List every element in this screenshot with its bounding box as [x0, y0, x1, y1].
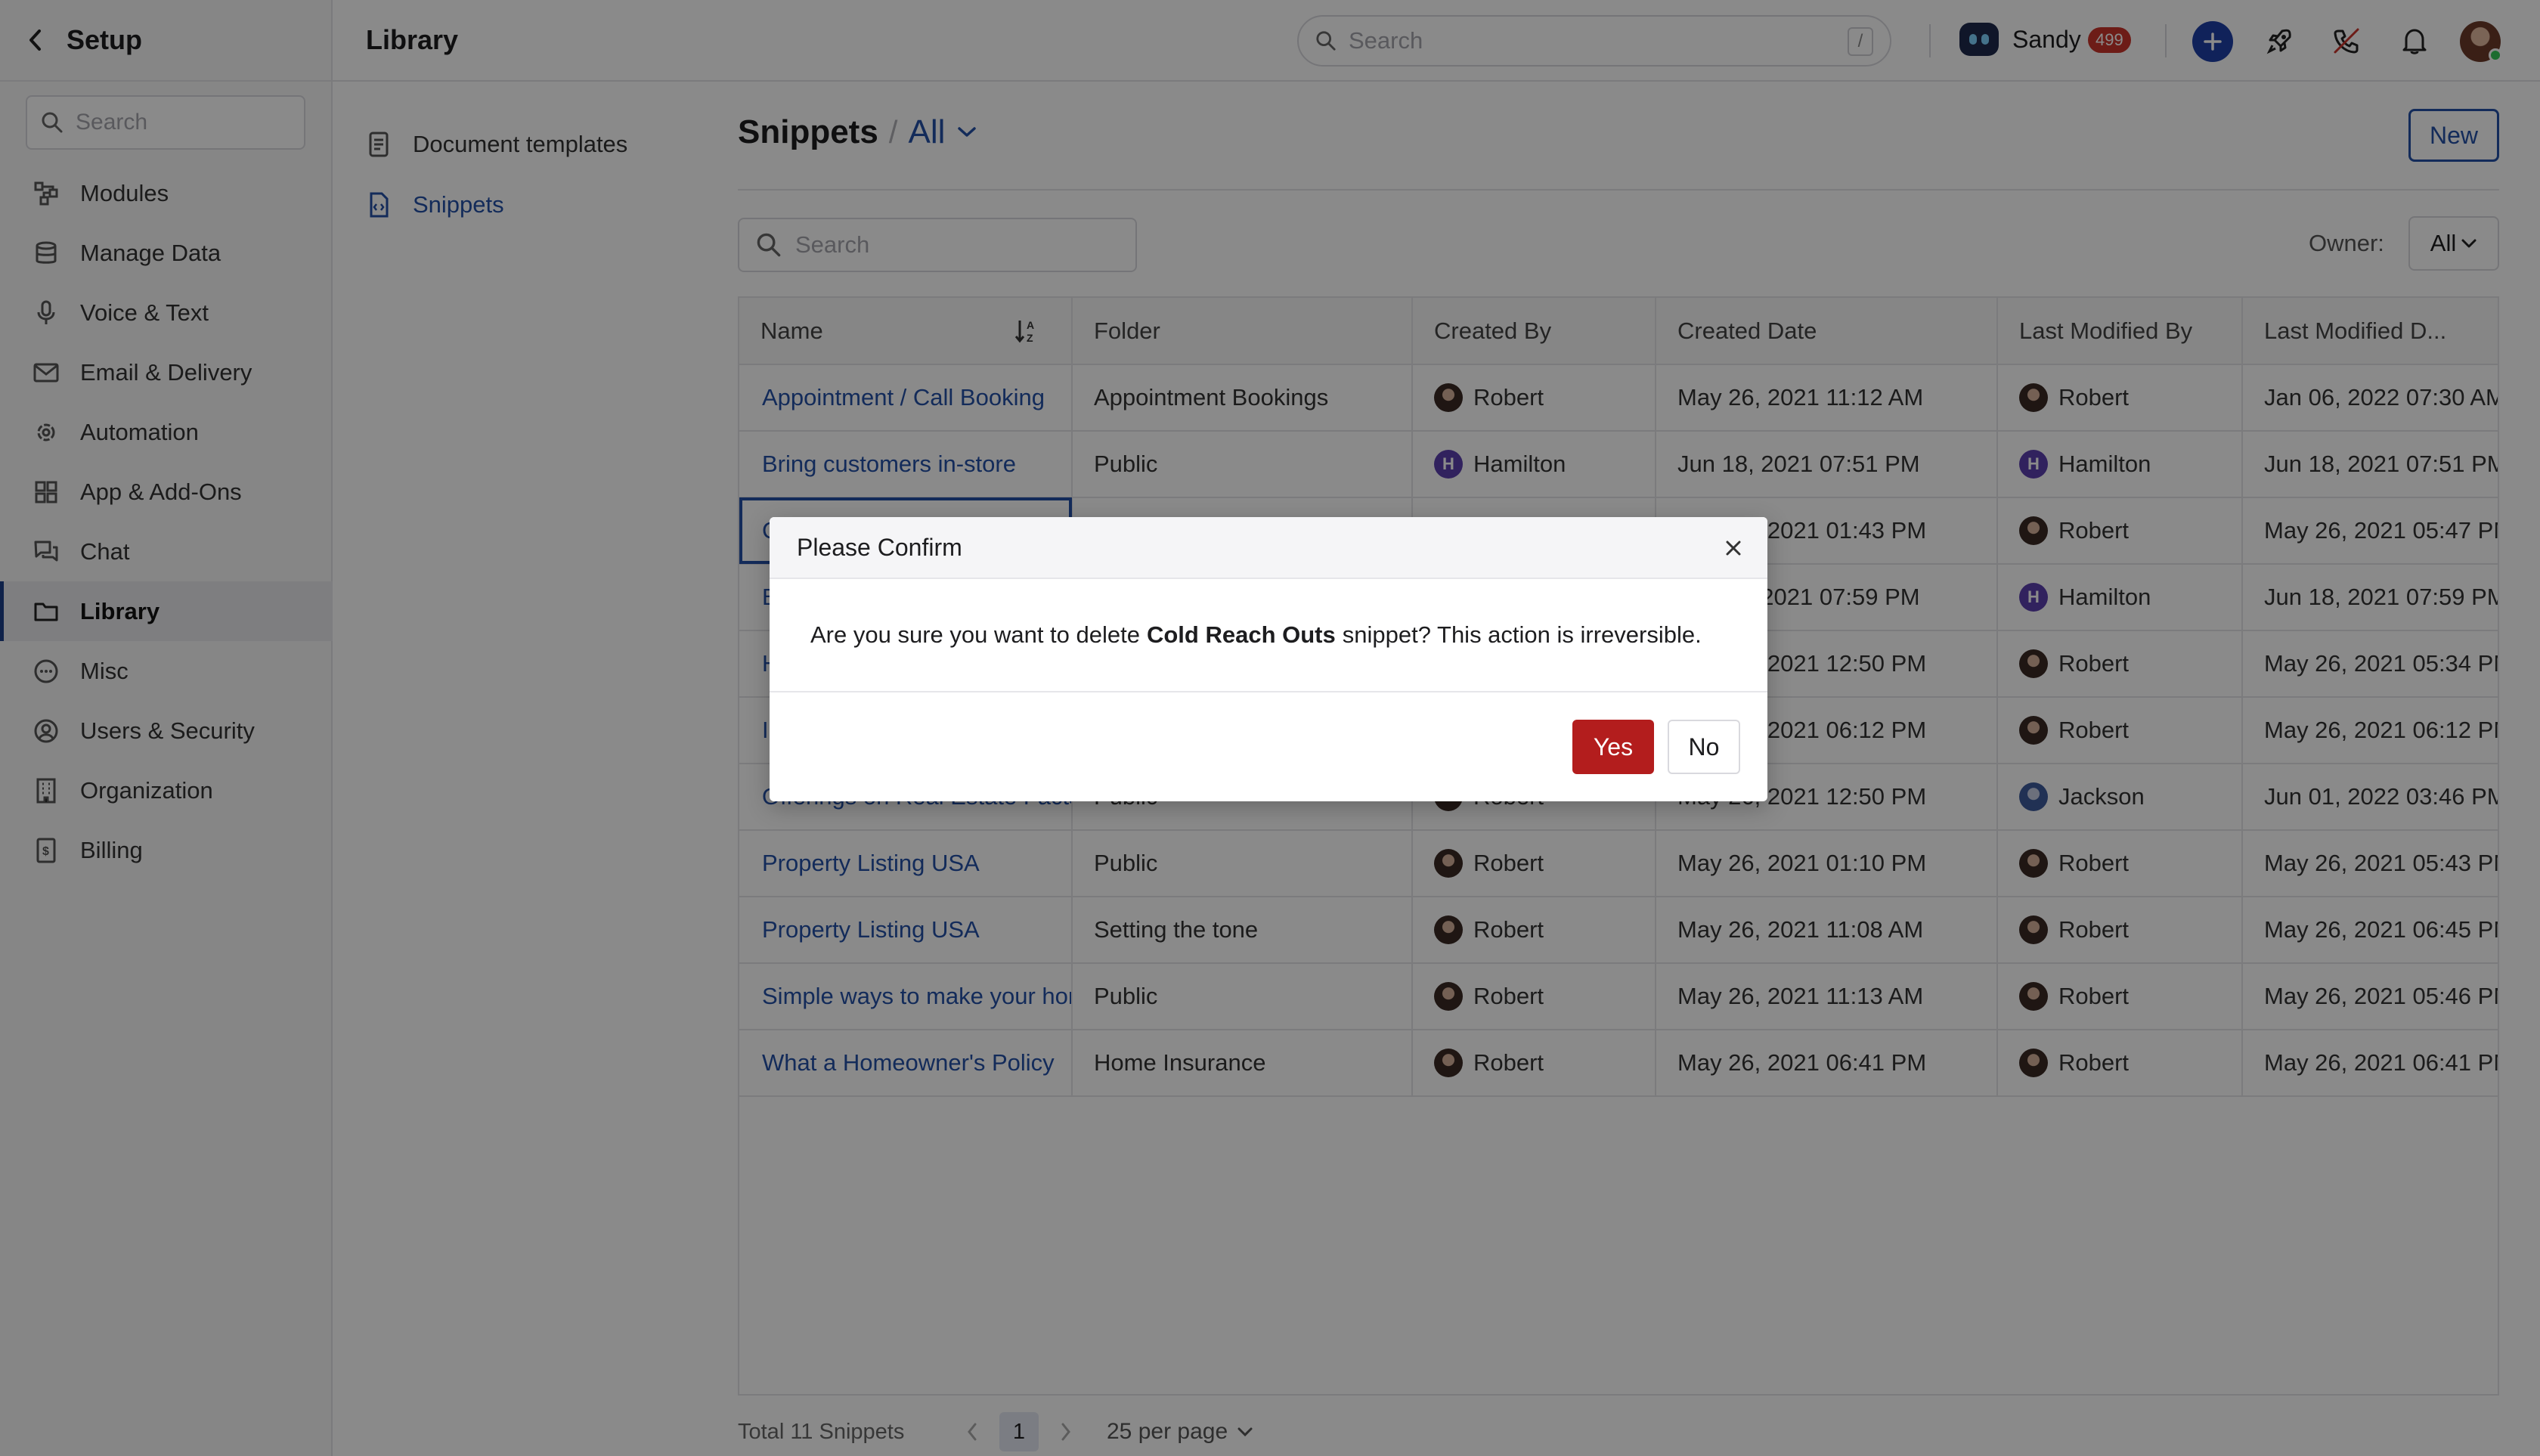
dialog-message-suffix: snippet? This action is irreversible.	[1342, 621, 1702, 648]
dialog-message-prefix: Are you sure you want to delete	[810, 621, 1140, 648]
dialog-snippet-name: Cold Reach Outs	[1146, 621, 1336, 648]
close-icon[interactable]	[1722, 537, 1745, 559]
confirm-delete-dialog: Please Confirm Are you sure you want to …	[770, 517, 1767, 801]
dialog-header: Please Confirm	[770, 517, 1767, 579]
dialog-message: Are you sure you want to delete Cold Rea…	[770, 579, 1767, 692]
confirm-yes-button[interactable]: Yes	[1572, 720, 1654, 774]
dialog-actions: Yes No	[770, 694, 1767, 801]
dialog-title: Please Confirm	[797, 533, 962, 561]
confirm-no-button[interactable]: No	[1668, 720, 1740, 774]
